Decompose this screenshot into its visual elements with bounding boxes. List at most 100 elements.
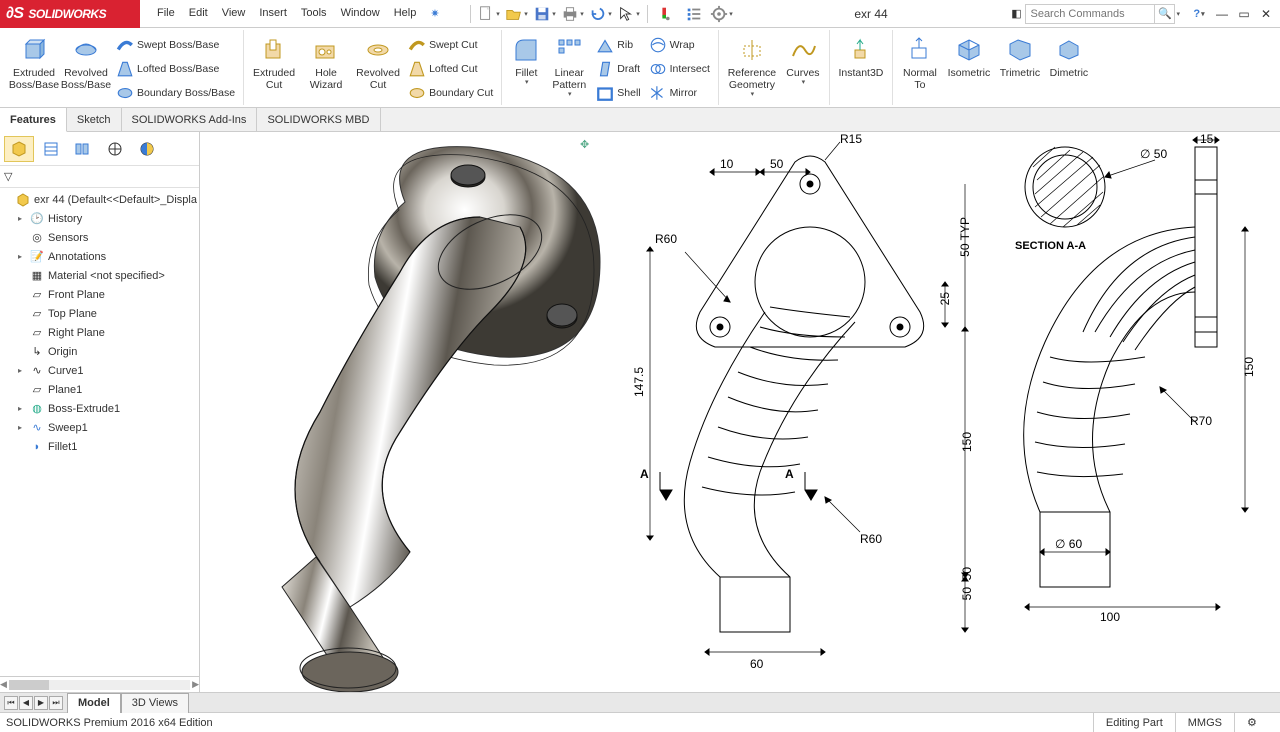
tree-top-plane[interactable]: ▱Top Plane xyxy=(0,304,199,323)
config-manager-tab[interactable] xyxy=(68,136,98,162)
rebuild-button[interactable] xyxy=(653,3,679,25)
dimxpert-tab[interactable] xyxy=(100,136,130,162)
menu-view[interactable]: View xyxy=(215,7,253,20)
linear-pattern-button[interactable]: Linear Pattern▾ xyxy=(546,30,592,104)
tree-plane1[interactable]: ▱Plane1 xyxy=(0,380,199,399)
tree-curve1[interactable]: ▸∿Curve1 xyxy=(0,361,199,380)
tree-boss-extrude1[interactable]: ▸◍Boss-Extrude1 xyxy=(0,399,199,418)
menu-pin-icon[interactable]: ✷ xyxy=(423,7,446,20)
tab-3dviews[interactable]: 3D Views xyxy=(121,693,189,713)
mirror-button[interactable]: Mirror xyxy=(645,82,714,104)
isometric-button[interactable]: Isometric xyxy=(943,30,995,104)
revolved-cut-button[interactable]: Revolved Cut xyxy=(352,30,404,104)
menu-help[interactable]: Help xyxy=(387,7,424,20)
tab-features[interactable]: Features xyxy=(0,108,67,132)
tab-mbd[interactable]: SOLIDWORKS MBD xyxy=(257,108,380,132)
tab-nav-last[interactable]: ⏭ xyxy=(49,696,63,710)
tab-nav-next[interactable]: ▶ xyxy=(34,696,48,710)
dim-50c: 50 xyxy=(960,567,974,580)
tree-filter-row: ▽ xyxy=(0,166,199,188)
status-edition: SOLIDWORKS Premium 2016 x64 Edition xyxy=(6,717,1093,729)
fillet-button[interactable]: Fillet▾ xyxy=(506,30,546,104)
filter-icon[interactable]: ▽ xyxy=(4,170,12,183)
feature-manager-tab[interactable] xyxy=(4,136,34,162)
tree-root[interactable]: exr 44 (Default<<Default>_Displa xyxy=(0,190,199,209)
graphics-viewport[interactable]: ✥ xyxy=(200,132,1280,692)
status-units[interactable]: MMGS xyxy=(1175,713,1234,732)
maximize-button[interactable]: ▭ xyxy=(1234,5,1254,23)
tree-right-plane[interactable]: ▱Right Plane xyxy=(0,323,199,342)
lofted-cut-button[interactable]: Lofted Cut xyxy=(404,58,497,80)
select-button[interactable]: ▾ xyxy=(616,3,642,25)
settings-button[interactable]: ▾ xyxy=(709,3,735,25)
dim-150a: 150 xyxy=(960,432,974,452)
tree-annotations[interactable]: ▸📝Annotations xyxy=(0,247,199,266)
close-button[interactable]: ✕ xyxy=(1256,5,1276,23)
revolved-boss-button[interactable]: Revolved Boss/Base xyxy=(60,30,112,104)
draft-button[interactable]: Draft xyxy=(592,58,644,80)
dimetric-button[interactable]: Dimetric xyxy=(1045,30,1093,104)
help-button[interactable]: ?▾ xyxy=(1186,3,1212,25)
tree-origin[interactable]: ↳Origin xyxy=(0,342,199,361)
dim-50b: 50 xyxy=(960,587,974,600)
undo-button[interactable]: ▾ xyxy=(588,3,614,25)
search-input[interactable] xyxy=(1025,4,1155,24)
tree-fillet1[interactable]: ◗Fillet1 xyxy=(0,437,199,456)
menu-insert[interactable]: Insert xyxy=(252,7,294,20)
property-manager-tab[interactable] xyxy=(36,136,66,162)
open-doc-button[interactable]: ▾ xyxy=(504,3,530,25)
main-menu: File Edit View Insert Tools Window Help … xyxy=(150,7,447,20)
tree-front-plane[interactable]: ▱Front Plane xyxy=(0,285,199,304)
intersect-button[interactable]: Intersect xyxy=(645,58,714,80)
minimize-button[interactable]: — xyxy=(1212,5,1232,23)
tree-material[interactable]: ▦Material <not specified> xyxy=(0,266,199,285)
extruded-boss-button[interactable]: Extruded Boss/Base xyxy=(8,30,60,104)
lofted-boss-button[interactable]: Lofted Boss/Base xyxy=(112,58,239,80)
rib-button[interactable]: Rib xyxy=(592,34,644,56)
dim-r60a: R60 xyxy=(655,232,677,246)
options-list-button[interactable] xyxy=(681,3,707,25)
hole-wizard-button[interactable]: Hole Wizard xyxy=(300,30,352,104)
menu-edit[interactable]: Edit xyxy=(182,7,215,20)
display-manager-tab[interactable] xyxy=(132,136,162,162)
menu-tools[interactable]: Tools xyxy=(294,7,334,20)
view-tabs: ⏮ ◀ ▶ ⏭ Model 3D Views xyxy=(0,692,1280,712)
new-doc-button[interactable]: ▾ xyxy=(476,3,502,25)
tab-addins[interactable]: SOLIDWORKS Add-Ins xyxy=(122,108,258,132)
boundary-boss-button[interactable]: Boundary Boss/Base xyxy=(112,82,239,104)
status-extras[interactable]: ⚙ xyxy=(1234,713,1274,732)
tab-sketch[interactable]: Sketch xyxy=(67,108,122,132)
swept-cut-button[interactable]: Swept Cut xyxy=(404,34,497,56)
search-icon[interactable]: 🔍 xyxy=(1155,4,1175,24)
tab-model[interactable]: Model xyxy=(67,693,121,713)
tree-scrollbar[interactable]: ◀ ▶ xyxy=(0,676,199,692)
menu-file[interactable]: File xyxy=(150,7,182,20)
boundary-cut-button[interactable]: Boundary Cut xyxy=(404,82,497,104)
curves-button[interactable]: Curves▾ xyxy=(781,30,825,104)
normal-to-button[interactable]: Normal To xyxy=(897,30,943,104)
print-button[interactable]: ▾ xyxy=(560,3,586,25)
extruded-cut-button[interactable]: Extruded Cut xyxy=(248,30,300,104)
menu-window[interactable]: Window xyxy=(334,7,387,20)
instant3d-button[interactable]: Instant3D xyxy=(834,30,888,104)
feature-tree[interactable]: exr 44 (Default<<Default>_Displa ▸🕑Histo… xyxy=(0,188,199,676)
dim-dia50: ∅ 50 xyxy=(1140,147,1167,161)
dim-25: 25 xyxy=(938,292,952,305)
trimetric-button[interactable]: Trimetric xyxy=(995,30,1045,104)
rendered-part xyxy=(200,132,620,692)
search-prefix-icon: ◧ xyxy=(1007,7,1025,20)
dim-r15: R15 xyxy=(840,132,862,146)
dim-100: 100 xyxy=(1100,610,1120,624)
ref-geometry-button[interactable]: Reference Geometry▾ xyxy=(723,30,781,104)
save-button[interactable]: ▾ xyxy=(532,3,558,25)
tab-nav-prev[interactable]: ◀ xyxy=(19,696,33,710)
document-title: exr 44 xyxy=(735,7,1008,21)
wrap-button[interactable]: Wrap xyxy=(645,34,714,56)
search-dropdown[interactable]: ▾ xyxy=(1176,10,1180,18)
tab-nav-first[interactable]: ⏮ xyxy=(4,696,18,710)
tree-history[interactable]: ▸🕑History xyxy=(0,209,199,228)
swept-boss-button[interactable]: Swept Boss/Base xyxy=(112,34,239,56)
shell-button[interactable]: Shell xyxy=(592,82,644,104)
tree-sensors[interactable]: ◎Sensors xyxy=(0,228,199,247)
tree-sweep1[interactable]: ▸∿Sweep1 xyxy=(0,418,199,437)
